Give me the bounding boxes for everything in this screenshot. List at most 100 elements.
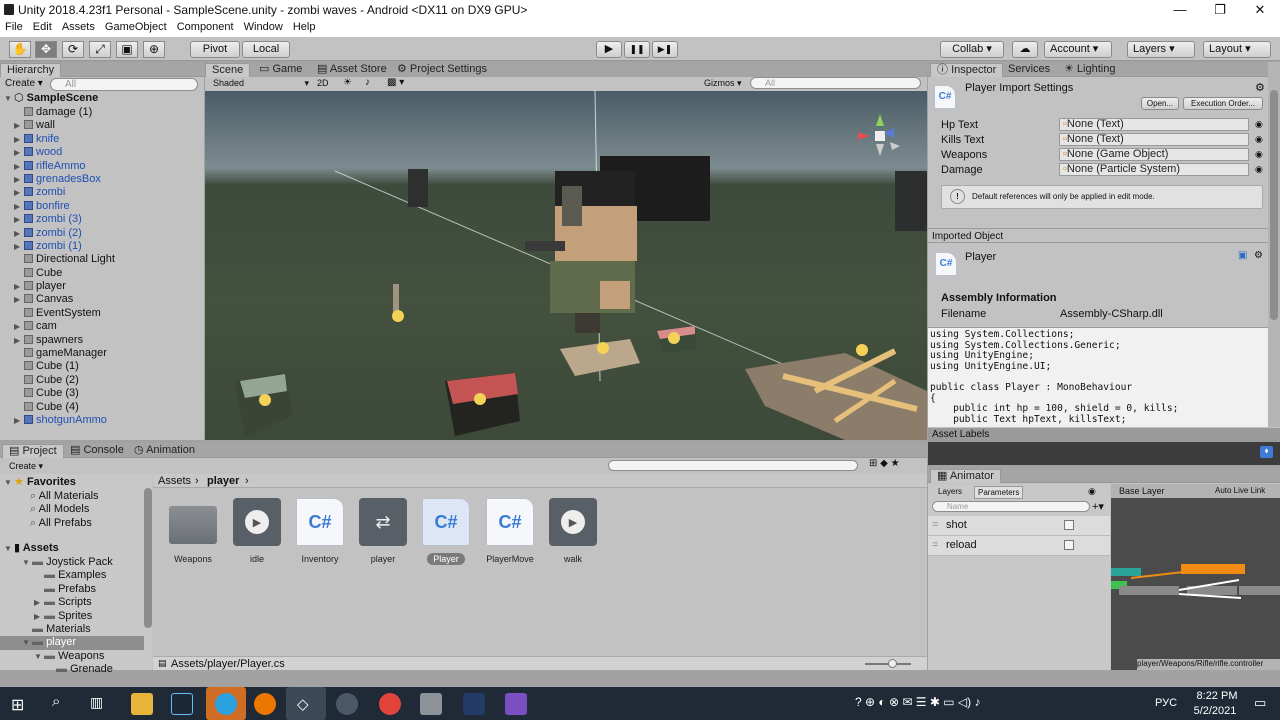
steam-icon[interactable]: [171, 693, 193, 715]
add-parameter-icon[interactable]: +▾: [1092, 500, 1104, 513]
app-icon[interactable]: [463, 693, 485, 715]
scene-search-input[interactable]: All: [750, 77, 921, 89]
task-view-icon[interactable]: ▥: [90, 694, 103, 711]
minimize-button[interactable]: —: [1160, 0, 1200, 20]
favorite-item[interactable]: ⌕ All Prefabs: [30, 517, 99, 530]
execution-order-button[interactable]: Execution Order...: [1183, 97, 1263, 110]
tab-game[interactable]: ▭ Game: [253, 63, 308, 77]
asset-item[interactable]: ▶ idle: [222, 498, 292, 564]
chrome-icon[interactable]: [379, 693, 401, 715]
asset-item[interactable]: C# Inventory: [285, 498, 355, 564]
tab-asset-store[interactable]: ▤ Asset Store: [311, 63, 393, 77]
project-folder[interactable]: ▼ ▬ Joystick Pack: [0, 556, 144, 569]
file-explorer-icon[interactable]: [131, 693, 153, 715]
tab-inspector[interactable]: ⓘ Inspector: [930, 63, 1004, 77]
pivot-button[interactable]: Pivot: [190, 41, 240, 58]
collab-button[interactable]: Collab ▾: [940, 41, 1004, 58]
object-picker-icon[interactable]: ◉: [1255, 164, 1263, 175]
scene-view[interactable]: [205, 91, 927, 440]
hierarchy-item[interactable]: ▶ wall: [14, 119, 202, 132]
blender-icon[interactable]: [254, 693, 276, 715]
hierarchy-item[interactable]: damage (1): [14, 106, 202, 119]
label-tag-icon[interactable]: ⬧: [1260, 446, 1273, 458]
assets-node[interactable]: ▼ ▮ Assets: [4, 542, 59, 555]
2d-toggle[interactable]: 2D: [317, 78, 329, 88]
unity-taskbar-item[interactable]: ◇: [286, 687, 326, 720]
shading-dropdown[interactable]: Shaded ▾: [213, 78, 309, 88]
effects-icon[interactable]: ▩ ▾: [387, 77, 404, 88]
asset-item[interactable]: Weapons: [158, 498, 228, 564]
menu-assets[interactable]: Assets: [57, 20, 95, 33]
hierarchy-item[interactable]: ▶ spawners: [14, 334, 202, 347]
hierarchy-item[interactable]: EventSystem: [14, 307, 202, 320]
auto-live-link-button[interactable]: Auto Live Link: [1215, 486, 1265, 495]
object-field[interactable]: ▫None (Text): [1059, 118, 1249, 131]
animator-parameter[interactable]: = reload: [928, 536, 1110, 556]
animator-parameters-tab[interactable]: Parameters: [974, 486, 1024, 499]
project-folder[interactable]: ▶ ▬ Scripts: [0, 596, 144, 609]
notifications-icon[interactable]: ▭: [1254, 695, 1266, 711]
close-button[interactable]: ✕: [1240, 0, 1280, 20]
tab-console[interactable]: ▤ Console: [64, 444, 130, 458]
play-button[interactable]: ▶: [596, 41, 622, 58]
project-folder[interactable]: ▼ ▬ player: [0, 636, 144, 650]
scene-root[interactable]: ▼ ⬡ SampleScene: [4, 92, 98, 105]
language-indicator[interactable]: РУС: [1155, 697, 1177, 709]
hierarchy-item[interactable]: Cube (1): [14, 360, 202, 373]
object-picker-icon[interactable]: ◉: [1255, 149, 1263, 160]
asset-item[interactable]: ▶ walk: [538, 498, 608, 564]
animator-parameter[interactable]: = shot: [928, 516, 1110, 536]
step-button[interactable]: ▶❚: [652, 41, 678, 58]
project-folder[interactable]: ▬ Examples: [0, 569, 144, 582]
project-folder[interactable]: ▼ ▬ Weapons: [0, 650, 144, 663]
hierarchy-item[interactable]: ▶ zombi (2): [14, 227, 202, 240]
hierarchy-item[interactable]: ▶ player: [14, 280, 202, 293]
tab-animator[interactable]: ▦ Animator: [930, 469, 1001, 483]
rotate-tool-icon[interactable]: ⟳: [62, 41, 84, 58]
hierarchy-search-input[interactable]: All: [50, 78, 198, 91]
open-button[interactable]: Open...: [1141, 97, 1179, 110]
tab-project[interactable]: ▤ Project: [2, 444, 64, 458]
trigger-checkbox[interactable]: [1064, 520, 1074, 530]
hierarchy-item[interactable]: ▶ cam: [14, 320, 202, 333]
rect-tool-icon[interactable]: ▣: [116, 41, 138, 58]
visual-studio-icon[interactable]: [505, 693, 527, 715]
project-folder[interactable]: ▬ Prefabs: [0, 583, 144, 596]
hierarchy-item[interactable]: ▶ grenadesBox: [14, 173, 202, 186]
asset-item[interactable]: ⇄ player: [348, 498, 418, 564]
tab-hierarchy[interactable]: Hierarchy: [0, 63, 62, 77]
hand-tool-icon[interactable]: ✋: [9, 41, 31, 58]
inspector-settings-icon[interactable]: ⚙: [1255, 81, 1265, 94]
hierarchy-item[interactable]: ▶ knife: [14, 133, 202, 146]
trigger-checkbox[interactable]: [1064, 540, 1074, 550]
scale-tool-icon[interactable]: ⤢: [89, 41, 111, 58]
telegram-taskbar-item[interactable]: [206, 687, 246, 720]
tab-scene[interactable]: Scene: [205, 63, 251, 77]
hierarchy-item[interactable]: ▶ wood: [14, 146, 202, 159]
hierarchy-item[interactable]: ▶ rifleAmmo: [14, 160, 202, 173]
animator-graph[interactable]: Base Layer Auto Live Link player/Weapons…: [1111, 484, 1280, 670]
object-picker-icon[interactable]: ◉: [1255, 119, 1263, 130]
asset-item[interactable]: C# PlayerMove: [475, 498, 545, 564]
menu-edit[interactable]: Edit: [28, 20, 52, 33]
menu-file[interactable]: File: [0, 20, 23, 33]
zoom-slider-thumb[interactable]: [888, 659, 897, 668]
hierarchy-item[interactable]: Cube (4): [14, 401, 202, 414]
transform-tool-icon[interactable]: ⊕: [143, 41, 165, 58]
hierarchy-item[interactable]: ▶ Canvas: [14, 293, 202, 306]
hierarchy-item[interactable]: ▶ zombi (1): [14, 240, 202, 253]
cloud-icon[interactable]: ☁: [1012, 41, 1038, 58]
eye-icon[interactable]: ◉: [1088, 486, 1096, 497]
pause-button[interactable]: ❚❚: [624, 41, 650, 58]
object-picker-icon[interactable]: ◉: [1255, 134, 1263, 145]
project-folder[interactable]: ▬ Materials: [0, 623, 144, 636]
maximize-button[interactable]: ❐: [1200, 0, 1240, 20]
tray-icons[interactable]: ? ⊕ ◐ ⊗ ✉ ☰ ✱ ▭ ◁) ♪: [855, 695, 980, 709]
menu-window[interactable]: Window: [239, 20, 283, 33]
gizmos-dropdown[interactable]: Gizmos ▾: [704, 78, 742, 89]
favorite-item[interactable]: ⌕ All Models: [30, 503, 99, 516]
project-create-button[interactable]: Create ▾: [9, 461, 43, 472]
inspector-scrollbar[interactable]: [1268, 62, 1280, 427]
layout-dropdown[interactable]: Layout ▾: [1203, 41, 1271, 58]
hierarchy-item[interactable]: ▶ bonfire: [14, 200, 202, 213]
